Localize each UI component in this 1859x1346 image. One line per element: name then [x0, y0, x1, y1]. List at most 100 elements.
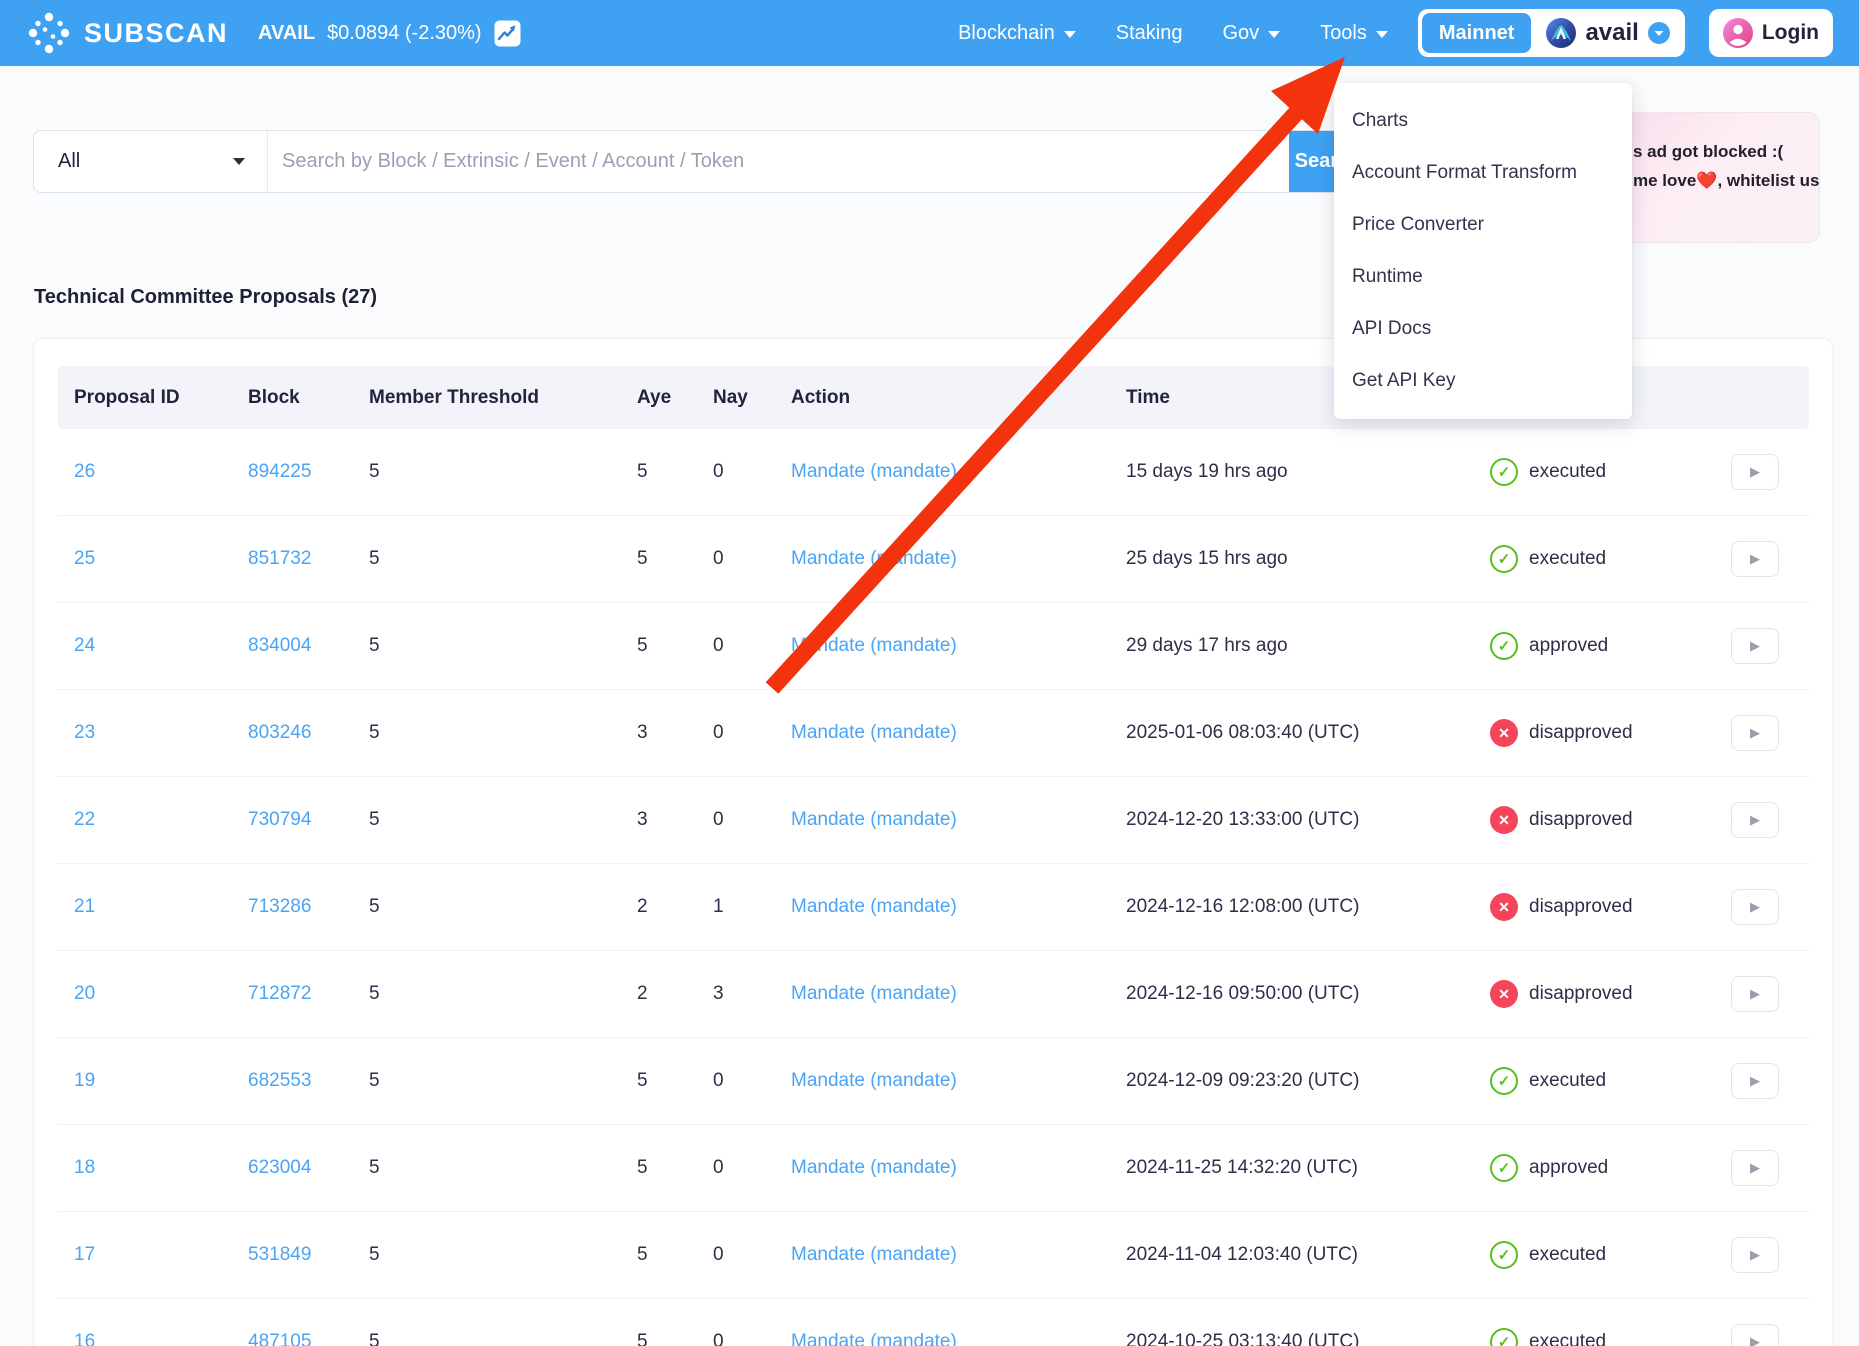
table-row: 23 803246 5 3 0 Mandate (mandate) 2025-0… — [58, 690, 1809, 777]
status-icon — [1490, 458, 1518, 486]
proposal-id-link[interactable]: 17 — [74, 1244, 248, 1266]
block-link[interactable]: 834004 — [248, 635, 369, 657]
row-detail-button[interactable]: ▶ — [1731, 1063, 1779, 1099]
block-link[interactable]: 713286 — [248, 896, 369, 918]
action-link[interactable]: Mandate (mandate) — [791, 1157, 1126, 1179]
action-link[interactable]: Mandate (mandate) — [791, 635, 1126, 657]
proposal-id-link[interactable]: 24 — [74, 635, 248, 657]
ad-blocked-line2: me love❤️, whitelist us? — [1633, 166, 1820, 195]
tools-menu-item[interactable]: Price Converter — [1334, 199, 1632, 251]
action-link[interactable]: Mandate (mandate) — [791, 1070, 1126, 1092]
status-icon — [1490, 806, 1518, 834]
status-badge: disapproved — [1490, 893, 1731, 921]
tools-dropdown-menu: Charts Account Format Transform Price Co… — [1334, 83, 1632, 419]
main-nav: Blockchain Staking Gov Tools — [958, 22, 1388, 45]
row-detail-button[interactable]: ▶ — [1731, 889, 1779, 925]
proposal-id-link[interactable]: 16 — [74, 1331, 248, 1346]
page-title: Technical Committee Proposals (27) — [34, 286, 377, 309]
action-link[interactable]: Mandate (mandate) — [791, 983, 1126, 1005]
action-link[interactable]: Mandate (mandate) — [791, 548, 1126, 570]
ad-blocked-line1: s ad got blocked :( — [1633, 137, 1820, 166]
search-input[interactable] — [268, 131, 1289, 192]
subscan-logo[interactable]: SUBSCAN — [26, 10, 228, 56]
action-link[interactable]: Mandate (mandate) — [791, 896, 1126, 918]
nav-item[interactable]: Gov — [1223, 22, 1281, 45]
nav-item[interactable]: Blockchain — [958, 22, 1076, 45]
status-icon — [1490, 1154, 1518, 1182]
nay-value: 0 — [713, 1157, 791, 1179]
price-chart-icon[interactable] — [494, 20, 521, 47]
block-link[interactable]: 851732 — [248, 548, 369, 570]
tools-menu-item[interactable]: Runtime — [1334, 251, 1632, 303]
row-detail-button[interactable]: ▶ — [1731, 541, 1779, 577]
proposals-table: Proposal ID Block Member Threshold Aye N… — [33, 338, 1833, 1346]
row-detail-button[interactable]: ▶ — [1731, 1324, 1779, 1346]
action-link[interactable]: Mandate (mandate) — [791, 461, 1126, 483]
nay-value: 0 — [713, 722, 791, 744]
chevron-down-icon — [1268, 31, 1280, 38]
status-badge: executed — [1490, 458, 1731, 486]
nav-item[interactable]: Tools — [1320, 22, 1388, 45]
top-navigation-bar: SUBSCAN AVAIL $0.0894 (-2.30%) Blockchai… — [0, 0, 1859, 66]
proposal-id-link[interactable]: 25 — [74, 548, 248, 570]
time-value: 29 days 17 hrs ago — [1126, 635, 1490, 657]
user-avatar-icon — [1723, 18, 1753, 48]
block-link[interactable]: 730794 — [248, 809, 369, 831]
status-badge: disapproved — [1490, 719, 1731, 747]
status-badge: disapproved — [1490, 806, 1731, 834]
proposal-id-link[interactable]: 26 — [74, 461, 248, 483]
tools-menu-item[interactable]: API Docs — [1334, 303, 1632, 355]
proposal-id-link[interactable]: 23 — [74, 722, 248, 744]
table-row: 18 623004 5 5 0 Mandate (mandate) 2024-1… — [58, 1125, 1809, 1212]
row-detail-button[interactable]: ▶ — [1731, 454, 1779, 490]
tools-menu-item[interactable]: Account Format Transform — [1334, 147, 1632, 199]
aye-value: 3 — [637, 809, 713, 831]
login-label: Login — [1762, 21, 1819, 45]
row-detail-button[interactable]: ▶ — [1731, 1237, 1779, 1273]
action-link[interactable]: Mandate (mandate) — [791, 809, 1126, 831]
action-link[interactable]: Mandate (mandate) — [791, 1244, 1126, 1266]
block-link[interactable]: 682553 — [248, 1070, 369, 1092]
brand-name: SUBSCAN — [84, 18, 228, 49]
tools-menu-item[interactable]: Get API Key — [1334, 355, 1632, 407]
col-member-threshold: Member Threshold — [369, 387, 637, 409]
block-link[interactable]: 894225 — [248, 461, 369, 483]
row-detail-button[interactable]: ▶ — [1731, 715, 1779, 751]
block-link[interactable]: 623004 — [248, 1157, 369, 1179]
proposal-id-link[interactable]: 19 — [74, 1070, 248, 1092]
member-threshold-value: 5 — [369, 1331, 637, 1346]
block-link[interactable]: 803246 — [248, 722, 369, 744]
action-link[interactable]: Mandate (mandate) — [791, 1331, 1126, 1346]
action-link[interactable]: Mandate (mandate) — [791, 722, 1126, 744]
member-threshold-value: 5 — [369, 983, 637, 1005]
proposal-id-link[interactable]: 18 — [74, 1157, 248, 1179]
row-detail-button[interactable]: ▶ — [1731, 802, 1779, 838]
token-price: $0.0894 (-2.30%) — [327, 22, 482, 45]
status-label: executed — [1529, 1070, 1606, 1092]
row-detail-button[interactable]: ▶ — [1731, 628, 1779, 664]
tools-menu-item[interactable]: Charts — [1334, 95, 1632, 147]
block-link[interactable]: 531849 — [248, 1244, 369, 1266]
status-icon — [1490, 1328, 1518, 1346]
mainnet-button[interactable]: Mainnet — [1422, 13, 1532, 53]
login-button[interactable]: Login — [1709, 9, 1833, 57]
proposal-id-link[interactable]: 22 — [74, 809, 248, 831]
chevron-down-icon — [1064, 31, 1076, 38]
nay-value: 0 — [713, 548, 791, 570]
subscan-dots-icon — [26, 10, 72, 56]
block-link[interactable]: 712872 — [248, 983, 369, 1005]
table-row: 16 487105 5 5 0 Mandate (mandate) 2024-1… — [58, 1299, 1809, 1346]
row-detail-button[interactable]: ▶ — [1731, 1150, 1779, 1186]
search-filter-select[interactable]: All — [34, 131, 268, 192]
row-detail-button[interactable]: ▶ — [1731, 976, 1779, 1012]
nav-item[interactable]: Staking — [1116, 22, 1183, 45]
network-selector: Mainnet avail — [1418, 9, 1685, 57]
time-value: 2024-12-09 09:23:20 (UTC) — [1126, 1070, 1490, 1092]
member-threshold-value: 5 — [369, 461, 637, 483]
network-dropdown[interactable]: avail — [1545, 17, 1680, 49]
proposal-id-link[interactable]: 20 — [74, 983, 248, 1005]
proposal-id-link[interactable]: 21 — [74, 896, 248, 918]
block-link[interactable]: 487105 — [248, 1331, 369, 1346]
status-icon — [1490, 719, 1518, 747]
status-badge: disapproved — [1490, 980, 1731, 1008]
